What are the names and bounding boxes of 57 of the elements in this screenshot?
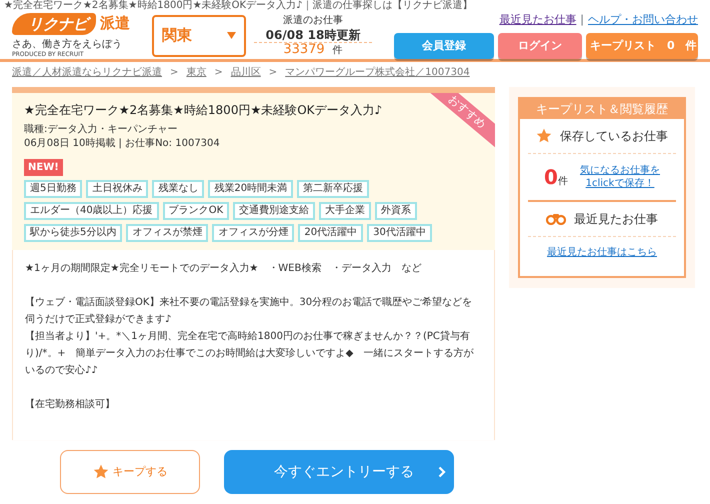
chevron-right-icon (438, 466, 446, 478)
feature-tag: 残業なし (152, 180, 204, 198)
recent-jobs-heading: 最近見たお仕事 (574, 211, 658, 228)
feature-tag: 大手企業 (319, 202, 372, 220)
update-time: 06/08 18時更新 (264, 28, 362, 42)
count-unit: 件 (558, 175, 568, 189)
entry-button[interactable]: 今すぐエントリーする (224, 450, 454, 494)
star-icon (536, 128, 552, 144)
feature-tag: オフィスが禁煙 (126, 224, 208, 242)
saved-jobs-heading: 保存しているお仕事 (560, 128, 668, 145)
header-link[interactable]: ヘルプ・お問い合わせ (588, 12, 698, 29)
breadcrumb-separator: > (214, 66, 223, 80)
description-text: 【在宅勤務相談可】 (25, 398, 116, 412)
header-link[interactable]: 最近見たお仕事 (499, 12, 576, 29)
new-badge: NEW! (24, 159, 63, 176)
star-icon (92, 464, 108, 480)
breadcrumb-link[interactable]: 派遣／人材派遣ならリクナビ派遣 (12, 65, 162, 80)
caret-icon (227, 32, 236, 39)
feature-tag: 交通費別途支給 (233, 202, 316, 220)
feature-tag: 第二新卒応援 (297, 180, 370, 198)
region-select[interactable]: 関東 (152, 14, 246, 56)
feature-tag: 30代活躍中 (367, 224, 432, 242)
login-button[interactable]: ログイン (498, 32, 582, 59)
breadcrumb-link[interactable]: 品川区 (230, 65, 261, 80)
link-separator: | (580, 12, 584, 28)
save-job-link[interactable]: 気になるお仕事を 1clickで保存！ (580, 164, 660, 190)
saved-count: 0 (544, 164, 558, 191)
feature-tag: エルダー（40歳以上）応援 (24, 202, 159, 220)
breadcrumb-link[interactable]: マンパワーグループ株式会社／1007304 (285, 65, 470, 80)
binoculars-icon (546, 213, 566, 225)
breadcrumb-link[interactable]: 東京 (186, 65, 206, 80)
breadcrumb-separator: > (268, 66, 278, 80)
recent-jobs-link[interactable]: 最近見たお仕事はこちら (547, 247, 657, 258)
job-category: 職種:データ入力・キーパンチャー (24, 123, 178, 138)
description-text: 【ウェブ・電話面談登録OK】来社不要の電話登録を実施中。30分程のお電話で職歴やご希望などを伺うだけで正式登録ができます♪ 【担当者より】'+。*＼1ヶ月間、完全在宅で高時給1800円のお仕事で稼ぎませんか？？(PC貸与有り)/*。+ 簡単データ入力のお仕事でこのお時間給は大変珍しいですよ◆ 一緒にスタートする方がいるので安心♪♪ (25, 296, 474, 378)
keep-button[interactable]: キープする (60, 450, 200, 494)
feature-tag: 週5日勤務 (24, 180, 82, 198)
feature-tag: 駅から徒歩5分以内 (24, 224, 122, 242)
breadcrumb-separator: > (170, 66, 178, 80)
logo-text[interactable]: 派遣 (100, 12, 130, 35)
job-title: ★完全在宅ワーク★2名募集★時給1800円★未経験OKデータ入力♪ (24, 103, 384, 118)
feature-tag: 残業20時間未満 (208, 180, 294, 198)
update-label: 派遣のお仕事 (282, 14, 344, 28)
description-text: ★1ヶ月の期間限定★完全リモートでのデータ入力★ ・WEB検索 ・データ入力 など (25, 262, 422, 276)
register-button[interactable]: 会員登録 (394, 32, 494, 59)
feature-tag: オフィスが分煙 (212, 224, 294, 242)
posted-info: 06月08日 10時掲載 | お仕事No: 1007304 (24, 137, 221, 152)
logo-mark[interactable]: リクナビ (12, 12, 96, 35)
keep-list-heading: キープリスト＆閲覧履歴 (520, 99, 684, 119)
feature-tag: ブランクOK (162, 202, 230, 220)
keep-list-button[interactable]: キープリスト 0 件 (586, 32, 698, 59)
feature-tag: 20代活躍中 (298, 224, 364, 242)
feature-tag: 外資系 (375, 202, 418, 220)
logo-tagline: さあ、働き方をえらぼう (12, 38, 123, 50)
count-unit: 件 (332, 44, 343, 58)
job-count: 33379 (283, 42, 325, 56)
feature-tag: 土日祝休み (86, 180, 148, 198)
